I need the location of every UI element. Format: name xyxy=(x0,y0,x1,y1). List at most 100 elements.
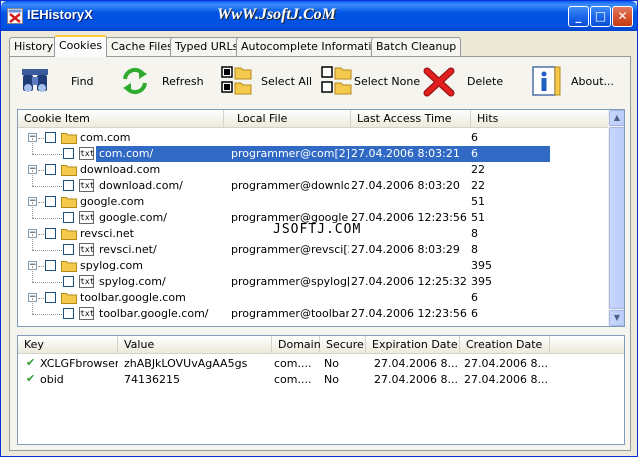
tab-autocomplete-information[interactable]: Autocomplete Information xyxy=(236,37,391,56)
last-access-time: 27.04.2006 12:23:56 xyxy=(351,307,467,320)
hits: 6 xyxy=(471,147,478,160)
scroll-up-button[interactable]: ▲ xyxy=(609,110,624,126)
file-icon-text: txt xyxy=(80,309,95,318)
tree-line xyxy=(38,266,44,267)
cookie-value-row[interactable]: ✔ XCLGFbrowser zhABJkLOVUvAgAA5gs com.... No… xyxy=(18,356,624,372)
row-checkbox[interactable] xyxy=(63,244,74,255)
row-checkbox[interactable] xyxy=(45,164,56,175)
value-creation: 27.04.2006 8... xyxy=(464,357,548,370)
delete-button[interactable]: Delete xyxy=(423,63,503,99)
cookie-values-list[interactable]: Key Value Domain Secure Expiration Date … xyxy=(17,335,625,445)
value-key: obid xyxy=(40,373,64,386)
maximize-button[interactable]: □ xyxy=(590,6,611,27)
refresh-button[interactable]: Refresh xyxy=(119,63,205,99)
folder-icon xyxy=(61,261,77,272)
cookie-file-row[interactable]: txt com.com/programmer@com[2]....27.04.20… xyxy=(18,138,608,162)
cookie-file-row[interactable]: txt toolbar.google.com/programmer@toolbar… xyxy=(18,298,608,322)
column-cookie-item[interactable]: Cookie Item xyxy=(18,110,224,128)
cookie-item: google.com/ xyxy=(99,211,167,224)
last-access-time: 27.04.2006 8:03:29 xyxy=(351,243,460,256)
folder-icon xyxy=(61,197,77,208)
tab-cookies[interactable]: Cookies xyxy=(54,35,108,57)
row-checkbox[interactable] xyxy=(45,196,56,207)
column-hits[interactable]: Hits xyxy=(471,110,611,128)
close-button[interactable]: ✕ xyxy=(612,6,633,27)
app-icon xyxy=(7,8,23,24)
minimize-button[interactable]: _ xyxy=(568,6,589,27)
tab-batch-cleanup[interactable]: Batch Cleanup xyxy=(371,37,462,56)
column-label: Key xyxy=(24,338,44,351)
column-creation-date[interactable]: Creation Date xyxy=(460,336,550,354)
hits: 6 xyxy=(471,307,478,320)
row-checkbox[interactable] xyxy=(63,148,74,159)
column-key[interactable]: Key xyxy=(18,336,118,354)
scroll-thumb[interactable] xyxy=(609,127,624,309)
row-checkbox[interactable] xyxy=(63,276,74,287)
text-file-icon: txt xyxy=(79,211,94,224)
about-button[interactable]: About... xyxy=(531,63,617,99)
value-domain: com.... xyxy=(274,357,312,370)
tree-line xyxy=(32,218,62,219)
file-icon-text: txt xyxy=(80,277,95,286)
row-checkbox[interactable] xyxy=(63,180,74,191)
tree-line xyxy=(38,170,44,171)
pane-splitter[interactable] xyxy=(15,327,625,333)
cookie-domain-row[interactable]: − google.com 51 xyxy=(18,194,608,210)
value-value: zhABJkLOVUvAgAA5gs xyxy=(124,357,248,370)
column-label: Hits xyxy=(477,112,499,125)
delete-label: Delete xyxy=(467,75,504,88)
find-label: Find xyxy=(71,75,94,88)
cookie-file-row[interactable]: txt revsci.net/programmer@revsci[2...27.0… xyxy=(18,234,608,258)
cookie-domain-row[interactable]: − download.com 22 xyxy=(18,162,608,178)
title-watermark: WwW.JsoftJ.CoM xyxy=(217,6,336,23)
text-file-icon: txt xyxy=(79,243,94,256)
folder-icon xyxy=(61,229,77,240)
column-last-access-time[interactable]: Last Access Time xyxy=(351,110,471,128)
scroll-down-icon: ▼ xyxy=(613,313,621,322)
cookies-list[interactable]: Cookie Item Local File Last Access Time … xyxy=(17,109,625,327)
value-secure: No xyxy=(324,373,339,386)
row-checkbox[interactable] xyxy=(45,132,56,143)
title-bar[interactable]: IEHistoryX WwW.JsoftJ.CoM _ □ ✕ xyxy=(1,1,637,31)
tree-line xyxy=(32,186,62,187)
column-expiration-date[interactable]: Expiration Date xyxy=(366,336,460,354)
row-checkbox[interactable] xyxy=(63,212,74,223)
cookie-file-row[interactable]: txt spylog.com/programmer@spylog[... 27.04… xyxy=(18,266,608,290)
hits: 8 xyxy=(471,227,478,240)
tree-line xyxy=(32,170,33,186)
row-checkbox[interactable] xyxy=(45,292,56,303)
hits: 6 xyxy=(471,131,478,144)
scroll-down-button[interactable]: ▼ xyxy=(609,310,624,326)
row-checkbox[interactable] xyxy=(45,228,56,239)
tree-line xyxy=(32,154,62,155)
column-label: Secure xyxy=(326,338,364,351)
cookie-value-row[interactable]: ✔ obid 74136215 com.... No 27.04.2006 8... 27.… xyxy=(18,372,624,388)
tab-typed-urls[interactable]: Typed URLs xyxy=(170,37,244,56)
select-all-button[interactable]: Select All xyxy=(221,63,312,99)
row-checkbox[interactable] xyxy=(63,308,74,319)
about-label: About... xyxy=(571,75,615,88)
cookie-domain-row[interactable]: − toolbar.google.com 6 xyxy=(18,290,608,306)
last-access-time: 27.04.2006 8:03:21 xyxy=(351,147,460,160)
tab-cache-files[interactable]: Cache Files xyxy=(106,37,178,56)
column-local-file[interactable]: Local File xyxy=(231,110,351,128)
scroll-up-icon: ▲ xyxy=(613,113,621,122)
cookie-item: download.com xyxy=(80,163,161,176)
select-none-button[interactable]: Select None xyxy=(321,63,420,99)
text-file-icon: txt xyxy=(79,307,94,320)
cookie-domain-row[interactable]: − spylog.com 395 xyxy=(18,258,608,274)
row-checkbox[interactable] xyxy=(45,260,56,271)
file-icon-text: txt xyxy=(80,149,95,158)
cookie-file-row[interactable]: txt download.com/programmer@downlo... 27.0… xyxy=(18,170,608,194)
refresh-label: Refresh xyxy=(162,75,204,88)
local-file: programmer@revsci[2... xyxy=(231,243,349,256)
cookie-domain-row[interactable]: − com.com 6 xyxy=(18,130,608,146)
hits: 8 xyxy=(471,243,478,256)
column-secure[interactable]: Secure xyxy=(320,336,366,354)
tab-history[interactable]: History xyxy=(9,37,59,56)
cookies-scrollbar[interactable]: ▲ ▼ xyxy=(608,110,624,326)
tab-label: Cookies xyxy=(59,39,103,52)
find-button[interactable]: Find xyxy=(19,63,99,99)
column-value[interactable]: Value xyxy=(118,336,272,354)
column-domain[interactable]: Domain xyxy=(272,336,321,354)
